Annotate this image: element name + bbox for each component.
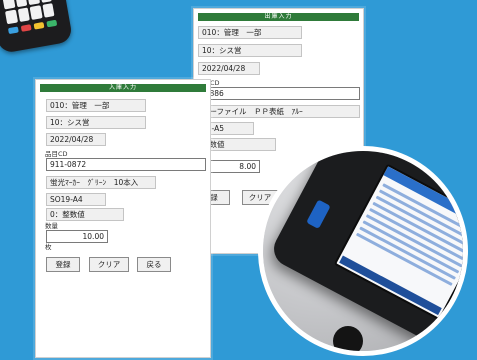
item-code-label: 品目CD [45, 150, 68, 158]
item-code-input[interactable]: 911-0872 [46, 158, 206, 171]
item-code-input[interactable]: -0886 [198, 87, 360, 100]
handheld-terminal-photo [258, 146, 468, 356]
item-name-field: ァーファイル ＰＰ表紙 ｱﾙｰ [198, 105, 360, 118]
date-field[interactable]: 2022/04/28 [46, 133, 106, 146]
lot-field[interactable]: 0：整数値 [46, 208, 124, 221]
date-field[interactable]: 2022/04/28 [198, 62, 260, 75]
register-button[interactable]: 登録 [46, 257, 80, 272]
hand-grip-shape [333, 326, 363, 351]
quantity-label: 数量 [45, 222, 58, 230]
outbound-title: 出庫入力 [198, 13, 359, 21]
dept-field[interactable]: 010：管理 一部 [198, 26, 302, 39]
quantity-input[interactable]: 10.00 [46, 230, 108, 243]
item-name-field: 蛍光ﾏｰｶｰ ｸﾞﾘｰﾝ 10本入 [46, 176, 156, 189]
keypad-device-icon [0, 0, 74, 54]
clear-button[interactable]: クリア [89, 257, 129, 272]
dept-field[interactable]: 010：管理 一部 [46, 99, 146, 112]
unit-label: 枚 [45, 243, 52, 251]
terminal-screen [333, 163, 463, 321]
section-field[interactable]: 10：シス営 [46, 116, 146, 129]
inbound-title: 入庫入力 [40, 84, 206, 92]
location-field[interactable]: SO19-A4 [46, 193, 106, 206]
section-field[interactable]: 10：シス営 [198, 44, 302, 57]
side-scan-button-icon [306, 199, 331, 229]
inbound-entry-form: 入庫入力 010：管理 一部 10：シス営 2022/04/28 品目CD 91… [35, 79, 211, 358]
back-button[interactable]: 戻る [137, 257, 171, 272]
